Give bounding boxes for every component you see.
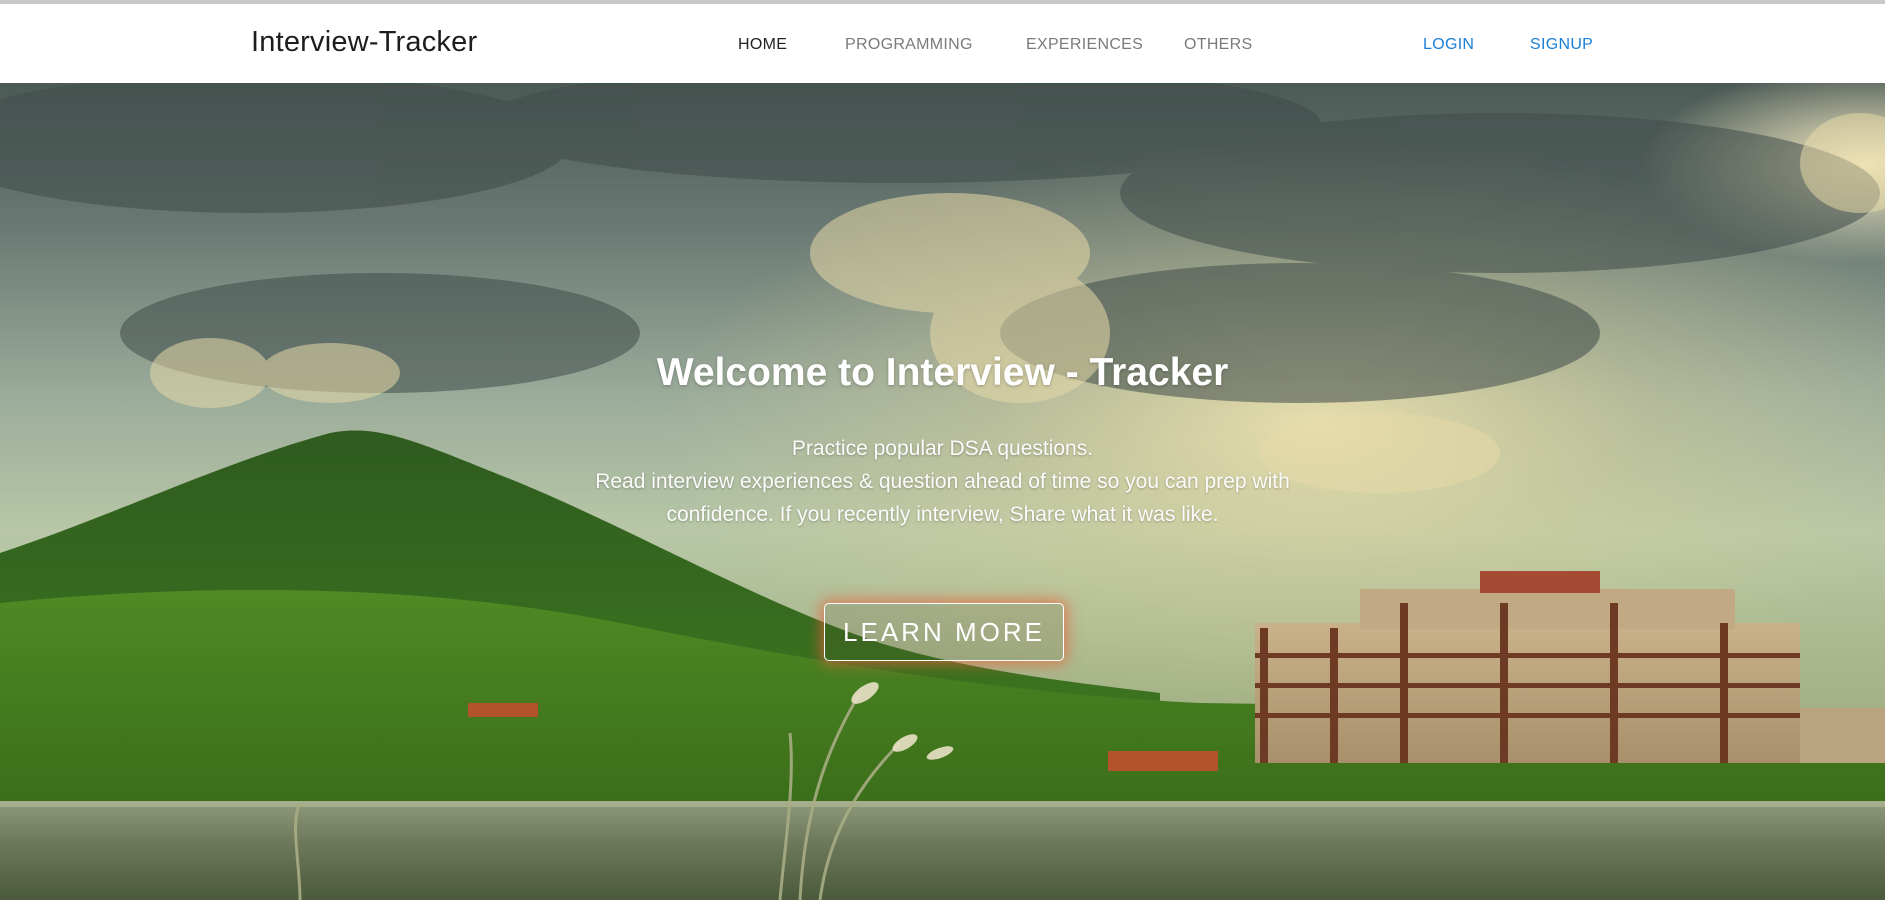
signup-link[interactable]: SIGNUP: [1530, 36, 1593, 54]
hero-text-line-3: confidence. If you recently interview, S…: [666, 503, 1219, 526]
nav-experiences[interactable]: EXPERIENCES: [1026, 36, 1143, 54]
hero-title: Welcome to Interview - Tracker: [656, 351, 1229, 394]
nav-programming[interactable]: PROGRAMMING: [845, 36, 973, 54]
nav-others[interactable]: OTHERS: [1184, 36, 1252, 54]
learn-more-button[interactable]: LEARN MORE: [824, 603, 1064, 661]
hero-text-line-1: Practice popular DSA questions.: [791, 437, 1094, 460]
login-link[interactable]: LOGIN: [1423, 36, 1474, 54]
hero-section: Welcome to Interview - Tracker Practice …: [0, 83, 1885, 900]
navbar: Interview-Tracker HOME PROGRAMMING EXPER…: [0, 4, 1885, 83]
nav-home[interactable]: HOME: [738, 36, 787, 54]
brand-logo[interactable]: Interview-Tracker: [251, 26, 477, 59]
hero-text-line-2: Read interview experiences & question ah…: [595, 470, 1290, 493]
